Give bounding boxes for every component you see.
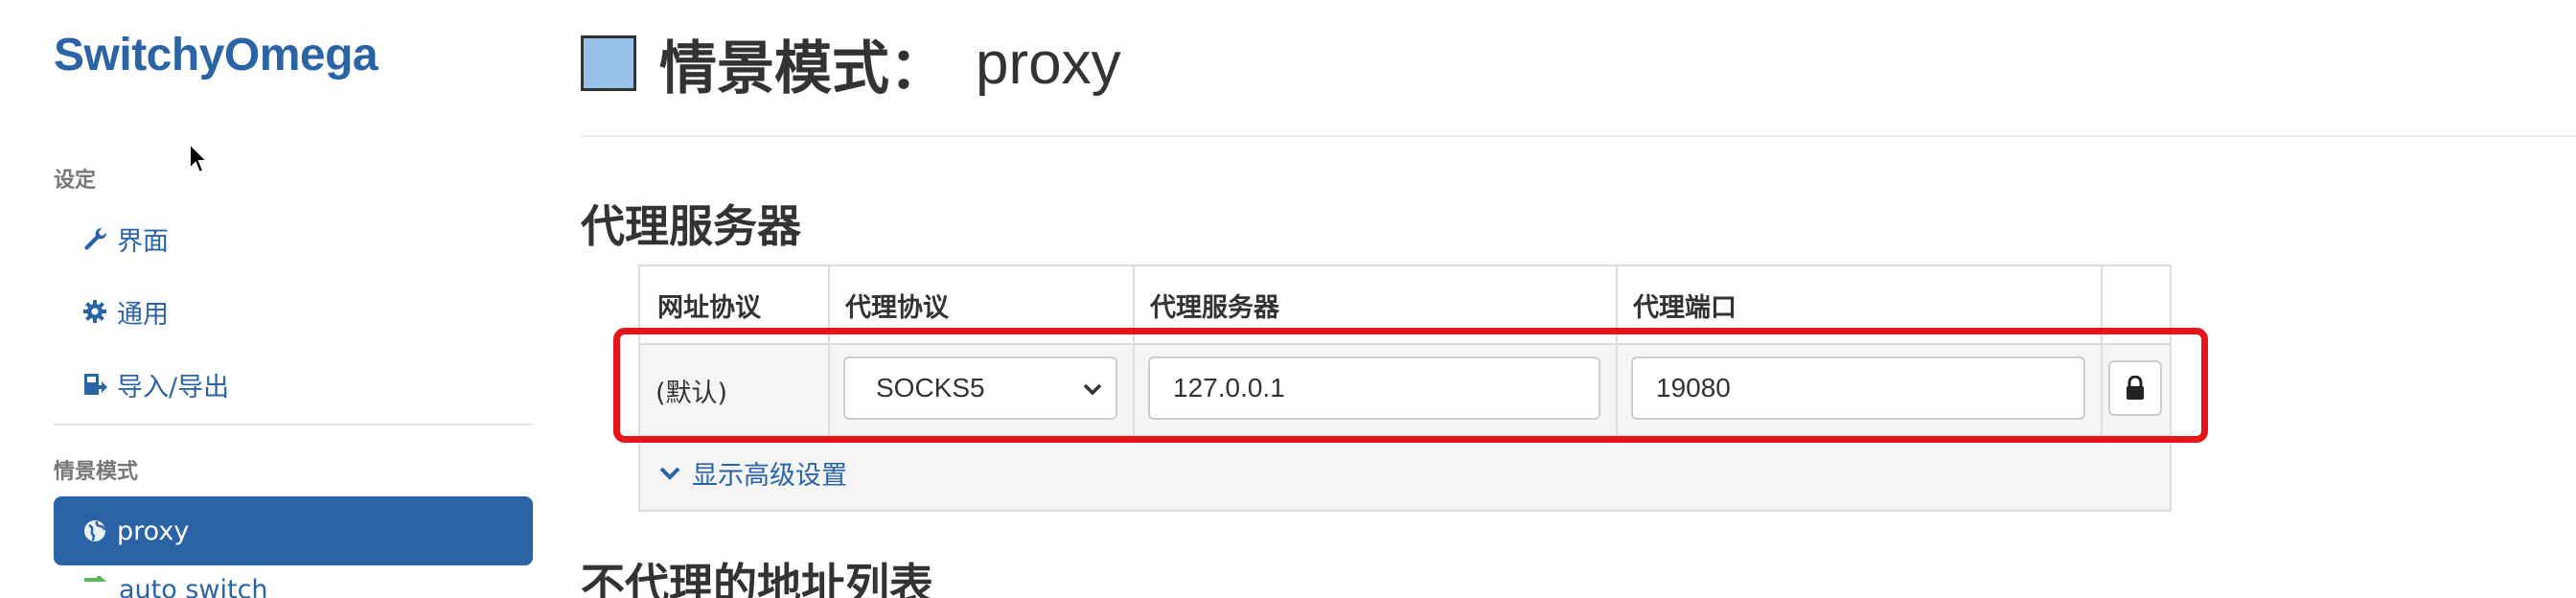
sidebar-item-general[interactable]: 通用	[80, 288, 169, 335]
sidebar-item-label: 界面	[117, 226, 169, 257]
column-header-port: 代理端口	[1616, 266, 2101, 343]
sidebar-divider	[54, 424, 533, 426]
sidebar-item-auto-switch[interactable]: auto switch	[80, 574, 268, 598]
mouse-cursor-icon	[188, 141, 211, 180]
scheme-cell: (默认)	[656, 379, 728, 408]
page-header: 情景模式： proxy	[581, 27, 1121, 103]
proxy-servers-title: 代理服务器	[581, 200, 801, 252]
import-export-icon	[80, 370, 109, 399]
proxy-server-table: 网址协议 代理协议 代理服务器 代理端口 (默认) SOCKS5 127.0.0…	[638, 264, 2172, 512]
show-advanced-label: 显示高级设置	[692, 461, 847, 491]
table-header-divider	[640, 343, 2170, 345]
profile-name: proxy	[976, 30, 1121, 97]
sidebar: SwitchyOmega 设定 界面 通用 导入/导出 情景模式 proxy a…	[0, 0, 551, 598]
lock-icon	[2127, 376, 2144, 400]
profiles-header: 情景模式	[54, 460, 139, 484]
switch-icon	[80, 574, 109, 598]
gear-icon	[80, 297, 109, 326]
chevron-down-icon	[1083, 383, 1102, 396]
column-header-protocol: 代理协议	[828, 266, 1133, 343]
sidebar-item-label: auto switch	[119, 575, 268, 598]
globe-icon	[80, 517, 109, 545]
table-row-divider	[640, 435, 2170, 437]
app-window: SwitchyOmega 设定 界面 通用 导入/导出 情景模式 proxy a…	[0, 0, 2576, 598]
sidebar-item-label: proxy	[117, 516, 190, 546]
main-content: 情景模式： proxy 代理服务器 网址协议 代理协议 代理服务器 代理端口 (…	[581, 0, 2576, 598]
column-header-scheme: 网址协议	[640, 266, 828, 343]
protocol-select-value: SOCKS5	[876, 373, 985, 402]
column-header-empty	[2101, 266, 2170, 343]
column-header-server: 代理服务器	[1133, 266, 1616, 343]
protocol-select[interactable]: SOCKS5	[843, 356, 1117, 420]
proxy-port-input-value: 19080	[1656, 373, 1731, 402]
header-divider	[581, 135, 2576, 137]
page-title-prefix: 情景模式：	[659, 34, 947, 103]
proxy-port-input[interactable]: 19080	[1631, 356, 2085, 420]
sidebar-item-label: 导入/导出	[117, 372, 230, 402]
show-advanced-link[interactable]: 显示高级设置	[657, 454, 847, 492]
sidebar-item-proxy[interactable]: proxy	[54, 496, 533, 565]
proxy-server-input-value: 127.0.0.1	[1173, 373, 1285, 402]
wrench-icon	[80, 224, 109, 253]
sidebar-item-label: 通用	[117, 299, 169, 330]
proxy-server-input[interactable]: 127.0.0.1	[1148, 356, 1600, 420]
column-divider	[1616, 266, 1618, 437]
bypass-list-title: 不代理的地址列表	[581, 559, 933, 598]
brand-logo[interactable]: SwitchyOmega	[54, 29, 379, 81]
auth-lock-button[interactable]	[2108, 360, 2162, 416]
column-divider	[828, 266, 830, 437]
sidebar-item-import-export[interactable]: 导入/导出	[80, 360, 229, 408]
profile-color-swatch[interactable]	[581, 35, 636, 91]
sidebar-item-interface[interactable]: 界面	[80, 215, 169, 263]
settings-header: 设定	[54, 169, 97, 193]
column-divider	[1133, 266, 1135, 437]
chevron-down-icon	[657, 461, 682, 486]
column-divider	[2101, 266, 2103, 437]
